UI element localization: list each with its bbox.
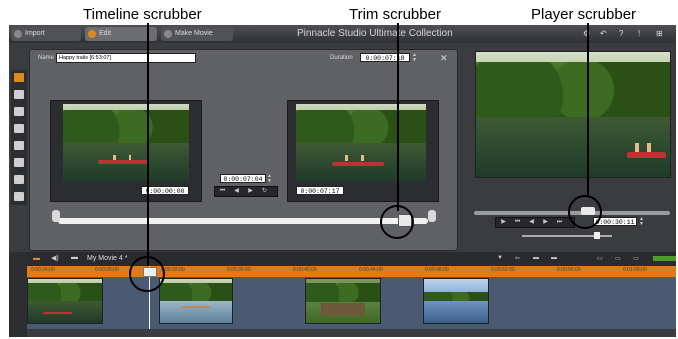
split-icon[interactable]: ▬: [533, 255, 539, 261]
ruler-tick: 0:00:56:00: [557, 267, 581, 273]
name-field[interactable]: Happy trails [6:53:07]: [56, 53, 196, 63]
info-icon[interactable]: !: [638, 29, 640, 38]
player-preview: [475, 51, 671, 178]
timeline-clip[interactable]: [423, 278, 489, 324]
step-forward-icon[interactable]: ▶: [542, 219, 549, 225]
player-transport: ▶ ⏮ ◀ ▶ ⏭: [495, 217, 575, 228]
close-icon[interactable]: ✕: [440, 53, 448, 64]
play-icon[interactable]: ▶: [247, 188, 254, 194]
timeline-clip[interactable]: [27, 278, 103, 324]
ruler-tick: 0:00:40:00: [293, 267, 317, 273]
duration-label: Duration: [330, 55, 353, 61]
app-title: Pinnacle Studio Ultimate Collection: [297, 28, 453, 39]
folder-icon[interactable]: ▬: [33, 255, 40, 262]
export-tool-icon[interactable]: [14, 192, 24, 201]
skip-back-icon[interactable]: ⏮: [514, 219, 521, 225]
length-spinner-icon[interactable]: ▲ ▼: [267, 174, 272, 184]
trim-out-handle[interactable]: [428, 210, 436, 222]
play-icon[interactable]: ▶: [500, 219, 507, 225]
player-preview-image: [476, 52, 670, 177]
duration-field[interactable]: 0:00:07:18: [360, 53, 410, 62]
skip-forward-icon[interactable]: ⏭: [556, 219, 563, 225]
speaker-icon[interactable]: ◀): [51, 254, 59, 262]
volume-knob[interactable]: [594, 232, 600, 239]
step-back-icon[interactable]: ◀: [233, 188, 240, 194]
trim-scrubber-callout: Trim scrubber: [349, 6, 441, 23]
zoom-icon[interactable]: ⊞: [656, 29, 663, 38]
menu-icon[interactable]: ▬: [71, 254, 78, 261]
timeline-scrubber-callout: Timeline scrubber: [83, 6, 202, 23]
in-frame-thumbnail: [63, 104, 189, 182]
skip-back-icon[interactable]: ⏮: [219, 188, 226, 194]
marker-icon[interactable]: ▼: [497, 255, 503, 261]
trim-scrubber-leader: [397, 23, 399, 211]
out-frame-thumbnail: [296, 104, 426, 182]
editor-toolbar: [11, 70, 27, 205]
timeline-ruler[interactable]: 0:00:24:00 0:00:28:00 0:00:32:00 0:00:36…: [27, 266, 676, 277]
undo-icon[interactable]: ↶: [600, 29, 607, 38]
trim-track[interactable]: [58, 218, 428, 224]
storyboard-icon[interactable]: ▭: [615, 255, 621, 262]
player-spinner-icon[interactable]: ▲ ▼: [639, 217, 644, 227]
trim-scrubber-highlight: [380, 205, 414, 239]
timeline-scrubber-leader: [147, 23, 149, 266]
ruler-tick: 0:00:36:00: [227, 267, 251, 273]
out-timecode[interactable]: 0:00:07:17: [296, 186, 344, 195]
loop-icon[interactable]: ↻: [261, 188, 268, 194]
effects-tool-icon[interactable]: [14, 124, 24, 133]
name-label: Name: [38, 55, 55, 61]
help-icon[interactable]: ?: [619, 29, 623, 38]
trash-icon[interactable]: ▬: [551, 255, 557, 261]
view-icon[interactable]: ▭: [597, 255, 603, 262]
text-tool-icon[interactable]: [14, 107, 24, 116]
timeline-scrubber-highlight: [129, 256, 165, 292]
tab-make-movie[interactable]: Make Movie: [161, 27, 233, 41]
ruler-tick: 0:00:28:00: [95, 267, 119, 273]
app-window: Import Edit Make Movie Pinnacle Studio U…: [9, 25, 676, 337]
timeline-clip[interactable]: [159, 278, 233, 324]
zoom-bar-icon[interactable]: ▭: [633, 255, 639, 262]
timeline-toolbar: ▬ ◀) ▬ My Movie 4 * ▼ ✂ ▬ ▬ ▭ ▭ ▭: [27, 252, 676, 266]
level-meter: [653, 256, 676, 261]
player-scrubber-callout: Player scrubber: [531, 6, 637, 23]
tab-import[interactable]: Import: [11, 27, 81, 41]
edit-icon: [88, 30, 96, 38]
ruler-tick: 0:00:44:00: [359, 267, 383, 273]
transition-tool-icon[interactable]: [14, 158, 24, 167]
ruler-tick: 0:00:52:00: [491, 267, 515, 273]
timeline-clip[interactable]: [305, 278, 381, 324]
timeline-side-strip: [9, 252, 27, 337]
length-timecode[interactable]: 0:00:07:04: [220, 174, 266, 183]
movie-icon: [164, 30, 172, 38]
audio-tool-icon[interactable]: [14, 141, 24, 150]
step-back-icon[interactable]: ◀: [528, 219, 535, 225]
trim-tool-icon[interactable]: [14, 73, 24, 82]
ruler-tick: 0:00:24:00: [31, 267, 55, 273]
ruler-tick: 0:00:48:00: [425, 267, 449, 273]
import-icon: [14, 30, 22, 38]
player-scrubber-highlight: [568, 195, 602, 229]
snap-icon[interactable]: ✂: [515, 255, 520, 262]
ruler-tick: 0:01:00:00: [623, 267, 647, 273]
top-bar: Import Edit Make Movie Pinnacle Studio U…: [9, 25, 676, 43]
library-tool-icon[interactable]: [14, 90, 24, 99]
trim-transport: ⏮ ◀ ▶ ↻: [214, 186, 278, 197]
project-name: My Movie 4 *: [87, 255, 128, 262]
camera-tool-icon[interactable]: [14, 175, 24, 184]
player-scrubber-leader: [587, 23, 589, 195]
duration-spinner-icon[interactable]: ▲ ▼: [412, 53, 417, 63]
trim-in-handle[interactable]: [52, 210, 60, 222]
